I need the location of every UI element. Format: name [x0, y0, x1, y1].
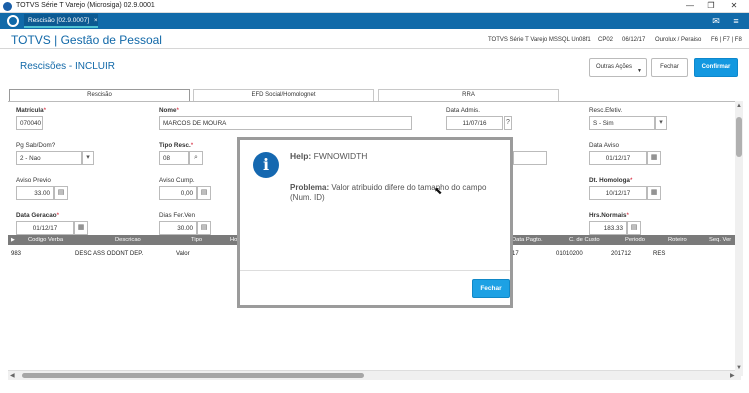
dias-fer-ven-field[interactable]: 30.00	[159, 221, 197, 235]
tipo-resc-label: Tipo Resc.*	[159, 142, 194, 149]
nome-field[interactable]: MARCOS DE MOURA	[159, 116, 412, 130]
aviso-previo-label: Aviso Previo	[16, 177, 51, 184]
help-dialog: i Help: FWNOWIDTH Problema: Valor atribu…	[237, 137, 513, 308]
data-admis-field[interactable]: 11/07/16	[446, 116, 503, 130]
tab-rescisao-form[interactable]: Rescisão	[9, 89, 190, 101]
scroll-left-icon[interactable]: ◀	[10, 372, 15, 379]
calculator-icon[interactable]: ▤	[54, 186, 68, 200]
calendar-icon[interactable]: ▦	[647, 186, 661, 200]
page-title: Rescisões - INCLUIR	[20, 61, 116, 72]
tab-rra[interactable]: RRA	[378, 89, 559, 101]
tab-rescisao[interactable]: Rescisão [02.9.0007] ×	[24, 14, 98, 28]
module-header: TOTVS | Gestão de Pessoal TOTVS Série T …	[0, 29, 749, 49]
nome-label: Nome*	[159, 107, 179, 114]
app-tabbar: Rescisão [02.9.0007] × ✉ ≡	[0, 13, 749, 29]
confirmar-button[interactable]: Confirmar	[694, 58, 738, 77]
col-roteiro[interactable]: Roteiro	[668, 235, 687, 245]
data-admis-label: Data Admis.	[446, 107, 480, 114]
dialog-message: Problema: Valor atribuido difere do tama…	[290, 183, 487, 202]
aviso-cump-label: Aviso Cump.	[159, 177, 195, 184]
dialog-fechar-button[interactable]: Fechar	[472, 279, 510, 298]
function-keys: F6 | F7 | F8	[711, 37, 742, 43]
info-icon: i	[253, 152, 279, 178]
resc-efetiv-label: Resc.Efetiv.	[589, 107, 623, 114]
window-title: TOTVS Série T Varejo (Microsiga) 02.9.00…	[16, 2, 155, 9]
company-code: CP02	[598, 37, 614, 43]
row-marker-icon: ▶	[11, 237, 15, 243]
totvs-logo-icon[interactable]	[7, 15, 19, 27]
system-date: 06/12/17	[622, 37, 646, 43]
search-icon[interactable]: ⌕	[189, 151, 203, 165]
dias-fer-ven-label: Dias Fer.Ven	[159, 212, 196, 219]
scroll-up-icon[interactable]: ▲	[736, 103, 742, 109]
col-codigo-verba[interactable]: Codigo Verba	[28, 235, 63, 245]
dialog-divider	[240, 270, 510, 271]
dt-homologa-label: Dt. Homologa*	[589, 177, 633, 184]
hrs-normais-label: Hrs.Normais*	[589, 212, 629, 219]
outras-acoes-button[interactable]: Outras Ações ▼	[589, 58, 647, 77]
calculator-icon[interactable]: ▤	[197, 186, 211, 200]
app-logo-icon	[3, 2, 12, 11]
data-aviso-field[interactable]: 01/12/17	[589, 151, 647, 165]
mail-icon[interactable]: ✉	[711, 16, 721, 26]
cell-periodo[interactable]: 201712	[611, 251, 631, 257]
help-icon[interactable]: ?	[504, 116, 512, 130]
dt-homologa-field[interactable]: 10/12/17	[589, 186, 647, 200]
close-icon[interactable]: ✕	[729, 1, 739, 10]
data-geracao-label: Data Geracao*	[16, 212, 60, 219]
window-titlebar: TOTVS Série T Varejo (Microsiga) 02.9.00…	[0, 0, 749, 13]
module-title: TOTVS | Gestão de Pessoal	[11, 33, 162, 47]
menu-icon[interactable]: ≡	[731, 16, 741, 26]
tab-efd-social[interactable]: EFD Social/Homolognet	[193, 89, 374, 101]
scroll-down-icon[interactable]: ▼	[736, 365, 742, 371]
aviso-previo-field[interactable]: 33.00	[16, 186, 54, 200]
vscroll-thumb[interactable]	[736, 117, 742, 157]
maximize-icon[interactable]: ❐	[706, 1, 716, 10]
chevron-down-icon[interactable]: ▾	[82, 151, 94, 165]
mouse-cursor-icon: ⬉	[434, 186, 443, 197]
col-tipo[interactable]: Tipo	[191, 235, 202, 245]
cell-tipo[interactable]: Valor	[176, 251, 190, 257]
col-descricao[interactable]: Descricao	[115, 235, 141, 245]
data-aviso-label: Data Aviso	[589, 142, 619, 149]
resc-efetiv-select[interactable]: S - Sim	[589, 116, 655, 130]
scroll-thumb[interactable]	[22, 373, 364, 378]
minimize-icon[interactable]: —	[685, 1, 695, 10]
server-info: TOTVS Série T Varejo MSSQL Un08f1	[488, 37, 591, 43]
tab-label: Rescisão [02.9.0007]	[28, 17, 90, 24]
horizontal-scrollbar[interactable]: ◀ ▶	[8, 370, 741, 380]
matricula-label: Matrícula*	[16, 107, 47, 114]
pg-sab-dom-label: Pg Sab/Dom?	[16, 142, 56, 149]
hidden-field[interactable]	[513, 151, 547, 165]
scroll-right-icon[interactable]: ▶	[730, 372, 735, 379]
aviso-cump-field[interactable]: 0,00	[159, 186, 197, 200]
calculator-icon[interactable]: ▤	[197, 221, 211, 235]
cell-data-pagto[interactable]: 17	[512, 251, 519, 257]
col-c-custo[interactable]: C. de Custo	[569, 235, 600, 245]
hrs-normais-field[interactable]: 183.33	[589, 221, 627, 235]
dropdown-arrow-icon: ▼	[637, 68, 642, 74]
dialog-title: Help: FWNOWIDTH	[290, 151, 368, 161]
outras-acoes-label: Outras Ações	[596, 64, 633, 70]
vertical-scrollbar[interactable]: ▲ ▼	[735, 101, 743, 376]
user-info: Ourolux / Peraiso	[655, 37, 702, 43]
tipo-resc-field[interactable]: 08	[159, 151, 189, 165]
col-periodo[interactable]: Periodo	[625, 235, 645, 245]
col-seq-ver[interactable]: Seq. Ver	[709, 235, 731, 245]
calendar-icon[interactable]: ▦	[74, 221, 88, 235]
pg-sab-dom-select[interactable]: 2 - Nao	[16, 151, 82, 165]
chevron-down-icon[interactable]: ▾	[655, 116, 667, 130]
tab-close-icon[interactable]: ×	[94, 17, 98, 24]
matricula-field[interactable]: 070040	[16, 116, 43, 130]
cell-roteiro[interactable]: RES	[653, 251, 665, 257]
cell-descricao[interactable]: DESC ASS ODONT DEP.	[75, 251, 143, 257]
calculator-icon[interactable]: ▤	[627, 221, 641, 235]
col-data-pagto[interactable]: Data Pagto.	[512, 235, 543, 245]
calendar-icon[interactable]: ▦	[647, 151, 661, 165]
fechar-button[interactable]: Fechar	[651, 58, 688, 77]
cell-c-custo[interactable]: 01010200	[556, 251, 583, 257]
data-geracao-field[interactable]: 01/12/17	[16, 221, 74, 235]
cell-codigo[interactable]: 983	[11, 251, 21, 257]
